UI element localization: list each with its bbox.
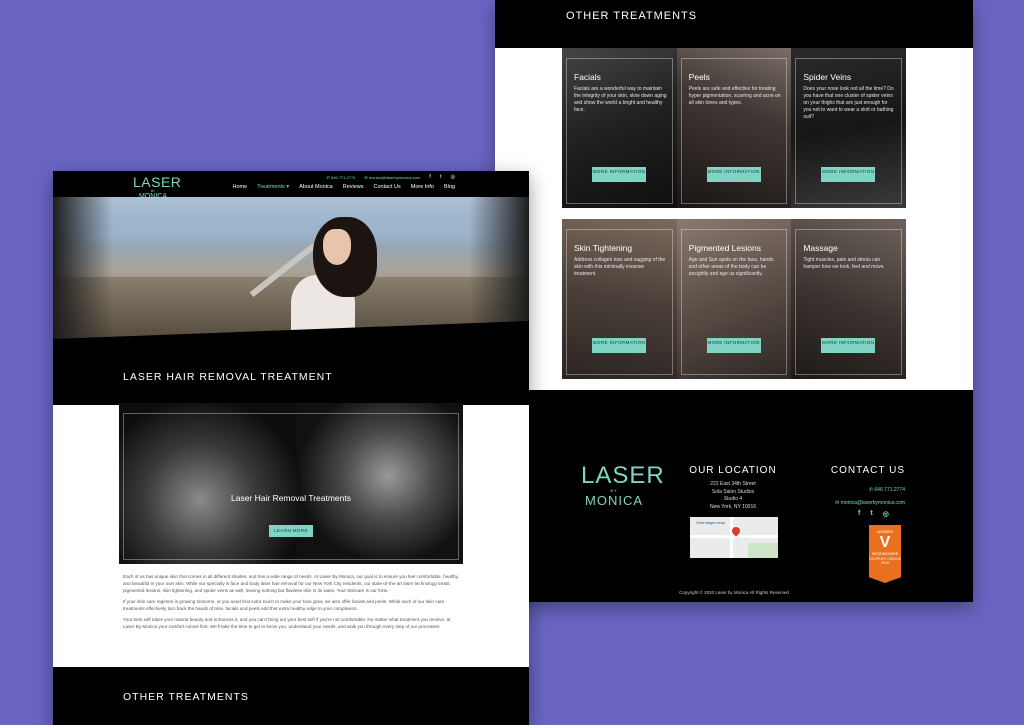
more-information-button[interactable]: MORE INFORMATION (592, 338, 646, 353)
copyright-text: Copyright © 2020 Laser by Monica All Rig… (679, 590, 789, 595)
treatment-card-skin-tightening[interactable]: Skin Tightening Address collagen loss an… (562, 219, 677, 379)
logo-monica: MONICA (585, 493, 643, 508)
footer-email-link[interactable]: ✉ monica@laserbymonica.com (825, 497, 905, 510)
treatment-description: Age and Sun spots on the face, hands and… (688, 257, 774, 277)
feature-title: Laser Hair Removal Treatments (231, 493, 351, 503)
paragraph: Each of us has unique skin that comes in… (123, 574, 459, 593)
phone-text: 646.771.2774 (874, 487, 905, 493)
treatment-name: Skin Tightening (574, 243, 633, 253)
back-page-screenshot: OTHER TREATMENTS Facials Facials are a w… (495, 0, 973, 602)
intro-text: Each of us has unique skin that comes in… (123, 573, 461, 634)
treatment-description: Facials are a wonderful way to maintain … (574, 86, 667, 113)
badge-logo-icon: V (879, 534, 891, 551)
phone-text: 646.771.2774 (330, 174, 356, 180)
nav-contact-us[interactable]: Contact Us (374, 184, 401, 190)
learn-more-button[interactable]: LEARN MORE (269, 525, 313, 537)
treatments-grid-row-1: Facials Facials are a wonderful way to m… (562, 48, 907, 208)
page-title: LASER HAIR REMOVAL TREATMENT (123, 371, 333, 383)
logo-laser: LASER (581, 462, 665, 489)
location-map[interactable]: View larger map (690, 517, 778, 558)
treatment-card-spider-veins[interactable]: Spider Veins Does your nose look red all… (791, 48, 907, 208)
nav-blog[interactable]: Blog (444, 184, 455, 190)
map-road (730, 517, 733, 558)
hero-shade-left (53, 197, 113, 349)
treatment-card-peels[interactable]: Peels Peels are safe and effective for t… (676, 48, 792, 208)
nav-more-info[interactable]: More Info (411, 184, 434, 190)
badge-winner-text: WINNER (876, 529, 894, 534)
other-treatments-heading: OTHER TREATMENTS (566, 10, 698, 22)
paragraph: Your best self takes your natural beauty… (123, 617, 451, 629)
logo-laser: LASER (133, 174, 182, 190)
feature-banner: Laser Hair Removal Treatments LEARN MORE (119, 403, 463, 564)
treatment-card-facials[interactable]: Facials Facials are a wonderful way to m… (562, 48, 677, 208)
more-information-button[interactable]: MORE INFORMATION (821, 338, 876, 353)
twitter-icon[interactable]: t (440, 174, 442, 180)
treatment-name: Pigmented Lesions (688, 243, 761, 253)
instagram-icon[interactable]: ◎ (451, 174, 455, 180)
map-park (748, 543, 778, 558)
header-contact-bar: ✆ 646.771.2774 ✉ monica@laserbymonica.co… (326, 174, 455, 180)
footer-logo[interactable]: LASER BY MONICA (581, 462, 665, 509)
footer-social: f t ◎ (858, 510, 889, 518)
treatment-name: Massage (803, 243, 838, 253)
paragraph: If your skin care regimen is growing tir… (123, 599, 445, 611)
location-heading: OUR LOCATION (689, 465, 777, 476)
contact-heading: CONTACT US (830, 465, 905, 476)
treatment-description: Tight muscles, pain and stress can hampe… (803, 257, 885, 270)
main-nav: Home Treatments ▾ About Monica Reviews C… (233, 184, 455, 190)
treatment-name: Peels (688, 72, 710, 82)
hero-model-face (323, 229, 351, 265)
address-line: Sola Salon Studios (711, 488, 755, 495)
treatment-description: Peels are safe and effective for treatin… (688, 86, 781, 106)
more-information-button[interactable]: MORE INFORMATION (592, 167, 646, 182)
more-information-button[interactable]: MORE INFORMATION (706, 167, 761, 182)
instagram-icon[interactable]: ◎ (883, 510, 889, 518)
weddingwire-award-badge[interactable]: WINNER V WEDDINGWIRE COUPLES' CHOICE 201… (869, 525, 901, 583)
email-text: monica@laserbymonica.com (840, 500, 905, 506)
address-line: New York, NY 10016 (709, 503, 757, 510)
nav-home[interactable]: Home (233, 184, 248, 190)
nav-reviews[interactable]: Reviews (343, 184, 364, 190)
facebook-icon[interactable]: f (429, 174, 431, 180)
front-page-screenshot: LASER BY MONICA ✆ 646.771.2774 ✉ monica@… (53, 171, 529, 725)
other-treatments-heading: OTHER TREATMENTS (123, 691, 249, 703)
feature-frame (123, 413, 459, 560)
email-text: monica@laserbymonica.com (368, 174, 421, 180)
header-email-link[interactable]: ✉ monica@laserbymonica.com (364, 175, 420, 180)
nav-treatments[interactable]: Treatments ▾ (257, 184, 289, 190)
treatments-grid-row-2: Skin Tightening Address collagen loss an… (562, 219, 907, 379)
treatment-card-pigmented-lesions[interactable]: Pigmented Lesions Age and Sun spots on t… (676, 219, 792, 379)
more-information-button[interactable]: MORE INFORMATION (706, 338, 761, 353)
facebook-icon[interactable]: f (858, 510, 860, 518)
view-larger-map-link[interactable]: View larger map (696, 520, 725, 525)
treatment-description: Address collagen loss and sagging of the… (574, 257, 666, 277)
address-line: 222 East 34th Street (710, 481, 756, 487)
footer-contact: CONTACT US ✆ 646.771.2774 ✉ monica@laser… (825, 465, 905, 510)
treatment-description: Does your nose look red all the time? Do… (803, 86, 894, 120)
footer-phone-link[interactable]: ✆ 646.771.2774 (825, 484, 905, 497)
nav-about-monica[interactable]: About Monica (299, 184, 333, 190)
address-line: Studio 4 (723, 496, 743, 502)
footer-location: OUR LOCATION 222 East 34th Street Sola S… (685, 465, 781, 511)
badge-caption: WEDDINGWIRE COUPLES' CHOICE 2019 (869, 552, 901, 565)
treatment-name: Spider Veins (803, 72, 852, 82)
site-header: LASER BY MONICA ✆ 646.771.2774 ✉ monica@… (53, 171, 529, 200)
treatment-name: Facials (574, 72, 601, 82)
treatment-card-massage[interactable]: Massage Tight muscles, pain and stress c… (791, 219, 907, 379)
more-information-button[interactable]: MORE INFORMATION (821, 167, 876, 182)
site-footer: LASER BY MONICA OUR LOCATION 222 East 34… (495, 390, 973, 602)
twitter-icon[interactable]: t (870, 510, 872, 518)
hero-sky (53, 197, 529, 247)
header-phone-link[interactable]: ✆ 646.771.2774 (326, 175, 355, 180)
